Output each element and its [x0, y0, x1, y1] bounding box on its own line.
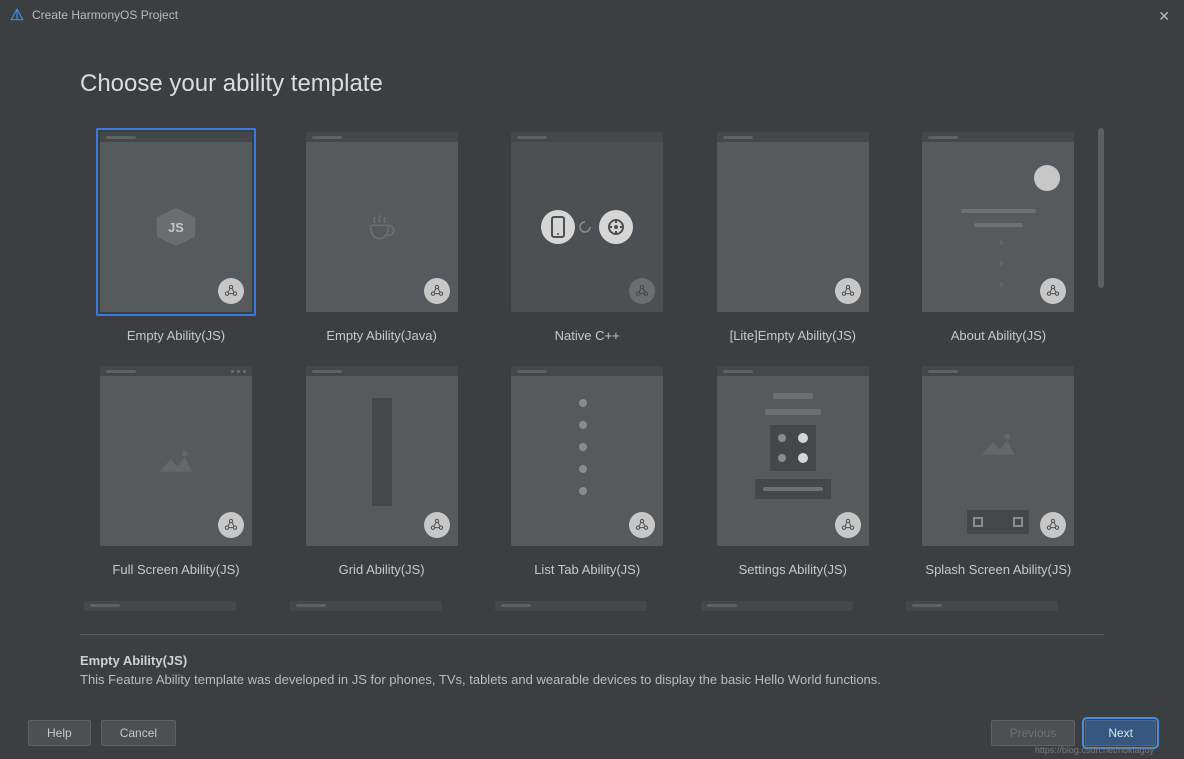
svg-text:JS: JS [168, 220, 184, 235]
share-badge-icon [835, 278, 861, 304]
share-badge-icon [629, 512, 655, 538]
template-card-empty-java[interactable]: Empty Ability(Java) [286, 128, 478, 344]
car-icon [599, 210, 633, 244]
share-badge-icon [835, 512, 861, 538]
content-area: Choose your ability template JS Empty Ab… [0, 30, 1184, 622]
template-gallery: JS Empty Ability(JS) E [80, 128, 1098, 622]
template-label: Grid Ability(JS) [339, 562, 425, 577]
template-label: Empty Ability(Java) [326, 328, 437, 343]
gallery-scrollbar[interactable] [1098, 128, 1104, 622]
phone-icon [541, 210, 575, 244]
template-card-native-cpp[interactable]: Native C++ [491, 128, 683, 344]
share-badge-icon [1040, 512, 1066, 538]
image-icon [158, 446, 194, 476]
next-button[interactable]: Next [1085, 720, 1156, 746]
template-card-list-tab-js[interactable]: List Tab Ability(JS) [491, 362, 683, 578]
share-badge-icon [424, 278, 450, 304]
share-badge-icon [1040, 278, 1066, 304]
page-title: Choose your ability template [80, 70, 1104, 98]
cancel-button[interactable]: Cancel [101, 720, 176, 746]
sync-icon [579, 219, 595, 235]
js-icon: JS [152, 203, 200, 251]
template-card-peek[interactable] [902, 597, 1094, 616]
gallery-wrap: JS Empty Ability(JS) E [80, 128, 1104, 622]
details-description: This Feature Ability template was develo… [80, 672, 1104, 687]
watermark: https://blog.csdn.net/nokiaguy [1035, 745, 1154, 755]
app-logo-icon [10, 8, 24, 22]
footer: Help Cancel Previous Next https://blog.c… [0, 707, 1184, 759]
template-card-empty-js[interactable]: JS Empty Ability(JS) [80, 128, 272, 344]
native-icons [541, 210, 633, 244]
template-card-peek[interactable] [80, 597, 272, 616]
template-label: [Lite]Empty Ability(JS) [730, 328, 856, 343]
template-card-fullscreen-js[interactable]: Full Screen Ability(JS) [80, 362, 272, 578]
template-label: Splash Screen Ability(JS) [925, 562, 1071, 577]
window: Create HarmonyOS Project ✕ Choose your a… [0, 0, 1184, 759]
avatar-icon [1034, 165, 1060, 191]
share-badge-icon [424, 512, 450, 538]
window-title: Create HarmonyOS Project [32, 8, 178, 22]
template-label: Empty Ability(JS) [127, 328, 225, 343]
template-label: Settings Ability(JS) [739, 562, 847, 577]
template-card-peek[interactable] [491, 597, 683, 616]
template-card-lite-empty-js[interactable]: [Lite]Empty Ability(JS) [697, 128, 889, 344]
template-card-grid-js[interactable]: Grid Ability(JS) [286, 362, 478, 578]
share-badge-icon [218, 512, 244, 538]
template-card-settings-js[interactable]: Settings Ability(JS) [697, 362, 889, 578]
details-title: Empty Ability(JS) [80, 653, 1104, 668]
image-icon [980, 429, 1016, 459]
details-section: Empty Ability(JS) This Feature Ability t… [0, 635, 1184, 707]
template-card-about-js[interactable]: › › › About Ability(JS) [902, 128, 1094, 344]
template-card-splash-js[interactable]: Splash Screen Ability(JS) [902, 362, 1094, 578]
share-badge-icon [218, 278, 244, 304]
titlebar: Create HarmonyOS Project ✕ [0, 0, 1184, 30]
close-icon[interactable]: ✕ [1158, 8, 1170, 25]
bottom-nav-preview [967, 510, 1029, 534]
template-card-peek[interactable] [286, 597, 478, 616]
template-label: About Ability(JS) [951, 328, 1046, 343]
template-label: Native C++ [555, 328, 620, 343]
template-label: Full Screen Ability(JS) [112, 562, 239, 577]
template-label: List Tab Ability(JS) [534, 562, 640, 577]
previous-button: Previous [991, 720, 1076, 746]
template-card-peek[interactable] [697, 597, 889, 616]
grid-preview [372, 398, 392, 506]
help-button[interactable]: Help [28, 720, 91, 746]
java-coffee-icon [362, 207, 402, 247]
share-badge-icon [629, 278, 655, 304]
